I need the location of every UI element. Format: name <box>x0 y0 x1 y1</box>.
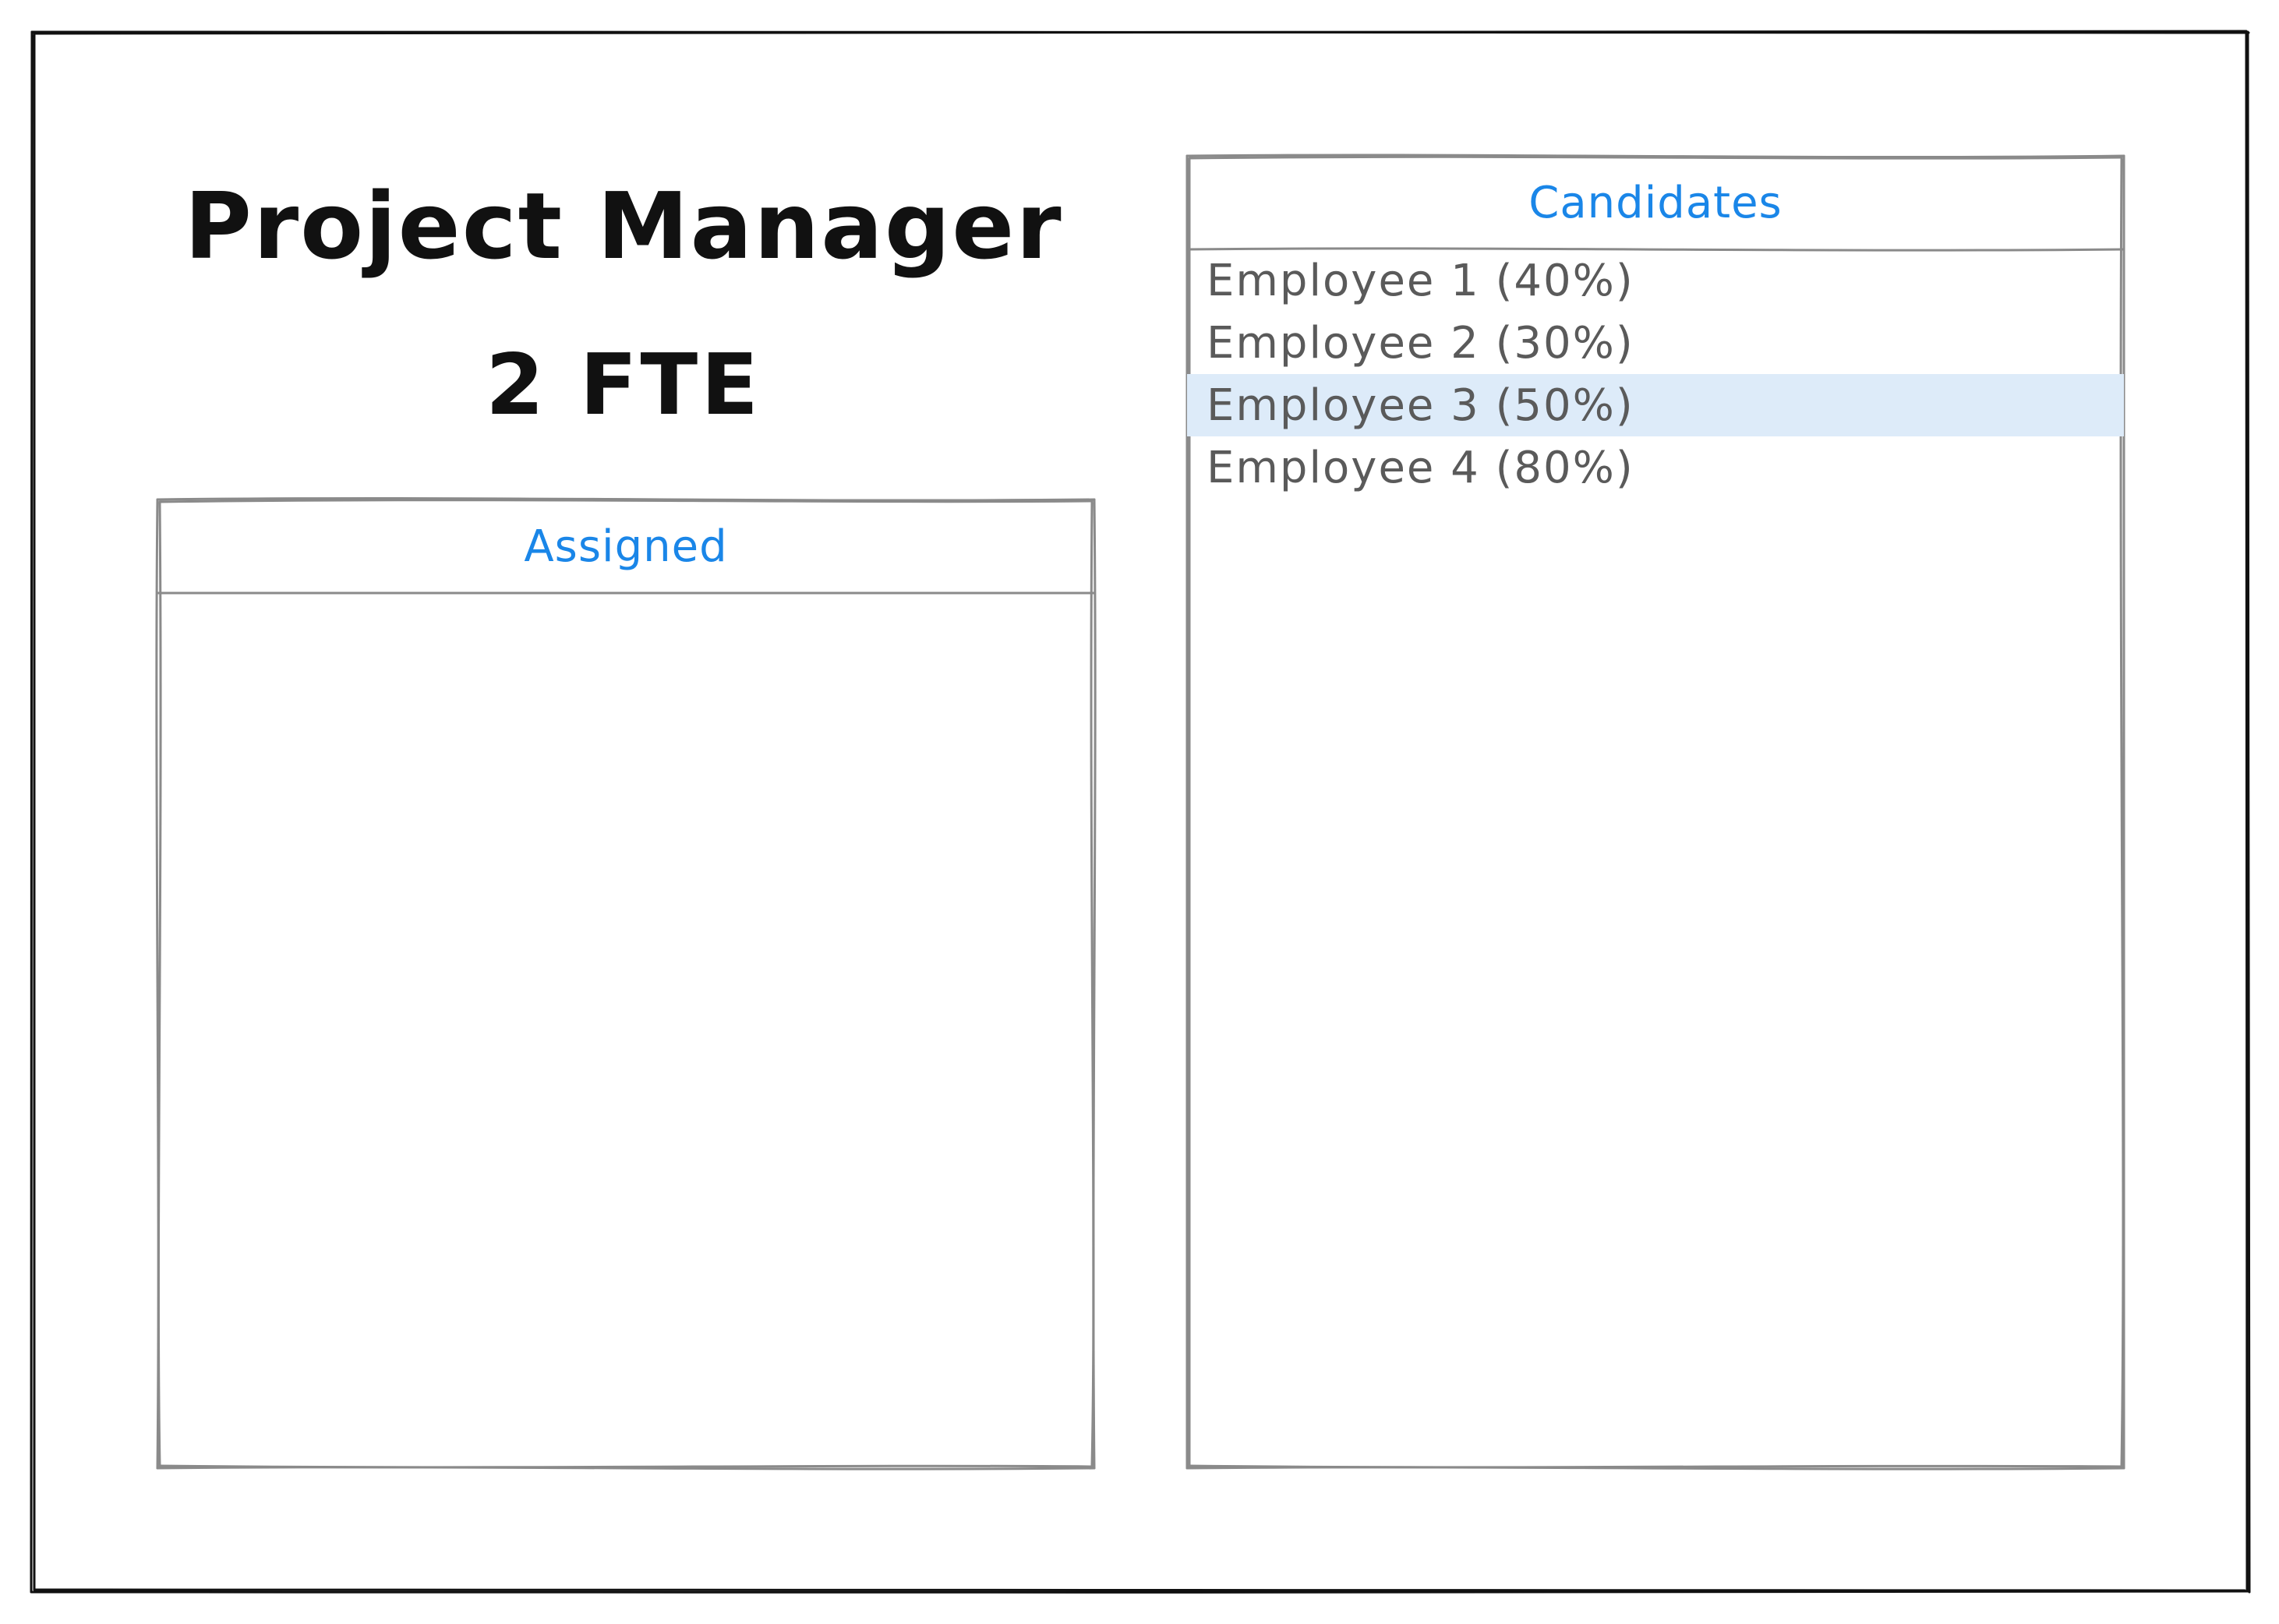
assigned-panel-title: Assigned <box>524 521 728 572</box>
candidate-item[interactable]: Employee 2 (30%) <box>1187 312 2124 374</box>
candidates-items: Employee 1 (40%) Employee 2 (30%) Employee… <box>1187 249 2124 499</box>
assigned-panel: Assigned <box>157 500 1094 1468</box>
assigned-panel-header: Assigned <box>157 500 1094 593</box>
role-title: Project Manager <box>184 172 1063 280</box>
candidates-panel: Candidates Employee 1 (40%) Employee 2 (3… <box>1187 156 2124 1468</box>
assigned-list[interactable] <box>157 593 1094 1468</box>
candidate-item[interactable]: Employee 3 (50%) <box>1187 374 2124 436</box>
candidates-panel-title: Candidates <box>1528 177 1783 228</box>
candidates-panel-header: Candidates <box>1187 156 2124 249</box>
candidate-item[interactable]: Employee 1 (40%) <box>1187 249 2124 312</box>
candidates-list[interactable]: Employee 1 (40%) Employee 2 (30%) Employee… <box>1187 249 2124 1468</box>
candidate-item[interactable]: Employee 4 (80%) <box>1187 436 2124 499</box>
fte-label: 2 FTE <box>486 337 761 434</box>
